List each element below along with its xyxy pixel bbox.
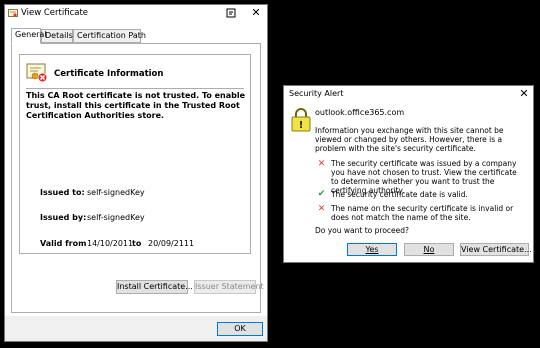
close-icon[interactable]: ✕ bbox=[517, 87, 531, 101]
green-check-icon: ✔ bbox=[317, 189, 326, 199]
valid-to-label: to bbox=[132, 239, 142, 248]
security-lock-warning-icon: ! bbox=[291, 108, 311, 132]
yes-button-label: Yes bbox=[365, 245, 379, 254]
general-tab-panel: Certificate Information This CA Root cer… bbox=[11, 43, 264, 313]
status-item-name-mismatch: The name on the security certificate is … bbox=[331, 204, 514, 222]
title-bar[interactable]: View Certificate ✕ bbox=[5, 5, 267, 22]
view-certificate-button-label: View Certificate... bbox=[461, 245, 532, 254]
issued-by-label: Issued by: bbox=[40, 213, 87, 222]
no-button[interactable]: No bbox=[404, 243, 454, 256]
install-certificate-button[interactable]: Install Certificate... bbox=[116, 280, 193, 294]
red-x-icon: ✕ bbox=[317, 159, 326, 169]
close-icon[interactable]: ✕ bbox=[249, 6, 263, 20]
svg-text:!: ! bbox=[299, 120, 304, 131]
proceed-prompt: Do you want to proceed? bbox=[315, 226, 409, 235]
site-name: outlook.office365.com bbox=[315, 108, 405, 117]
ok-button[interactable]: OK bbox=[217, 322, 263, 336]
certificate-info-heading: Certificate Information bbox=[54, 69, 164, 79]
window-title: Security Alert bbox=[289, 89, 344, 98]
certificate-icon bbox=[8, 9, 18, 17]
view-certificate-window: View Certificate ✕ General Details Certi… bbox=[4, 4, 268, 342]
tab-certification-path[interactable]: Certification Path bbox=[73, 29, 146, 43]
no-button-label: No bbox=[423, 245, 435, 254]
issued-by-value: self-signedKey bbox=[87, 213, 145, 222]
certificate-warning-icon bbox=[26, 63, 48, 83]
status-item-date-valid: The security certificate date is valid. bbox=[331, 190, 468, 199]
trust-warning-text: This CA Root certificate is not trusted.… bbox=[26, 91, 246, 120]
window-title: View Certificate bbox=[21, 8, 89, 18]
valid-from-label: Valid from bbox=[40, 239, 87, 248]
alert-intro-text: Information you exchange with this site … bbox=[315, 126, 504, 153]
valid-from-value: 14/10/2011 bbox=[87, 239, 134, 248]
dialog-footer: OK bbox=[5, 316, 267, 341]
tab-general[interactable]: General bbox=[11, 28, 47, 44]
issuer-statement-button[interactable]: Issuer Statement bbox=[194, 280, 264, 294]
certificate-info-box: Certificate Information This CA Root cer… bbox=[19, 54, 251, 254]
issued-to-label: Issued to: bbox=[40, 188, 85, 197]
issued-to-value: self-signedKey bbox=[87, 188, 145, 197]
help-icon[interactable] bbox=[226, 8, 236, 18]
yes-button[interactable]: Yes bbox=[347, 243, 397, 256]
red-x-icon: ✕ bbox=[317, 204, 326, 214]
valid-to-value: 20/09/2111 bbox=[148, 239, 195, 248]
view-certificate-button[interactable]: View Certificate... bbox=[460, 243, 532, 256]
security-alert-window: Security Alert ✕ ! outlook.office365.com… bbox=[283, 85, 534, 263]
divider bbox=[26, 88, 244, 89]
title-bar[interactable]: Security Alert ✕ bbox=[284, 86, 533, 102]
